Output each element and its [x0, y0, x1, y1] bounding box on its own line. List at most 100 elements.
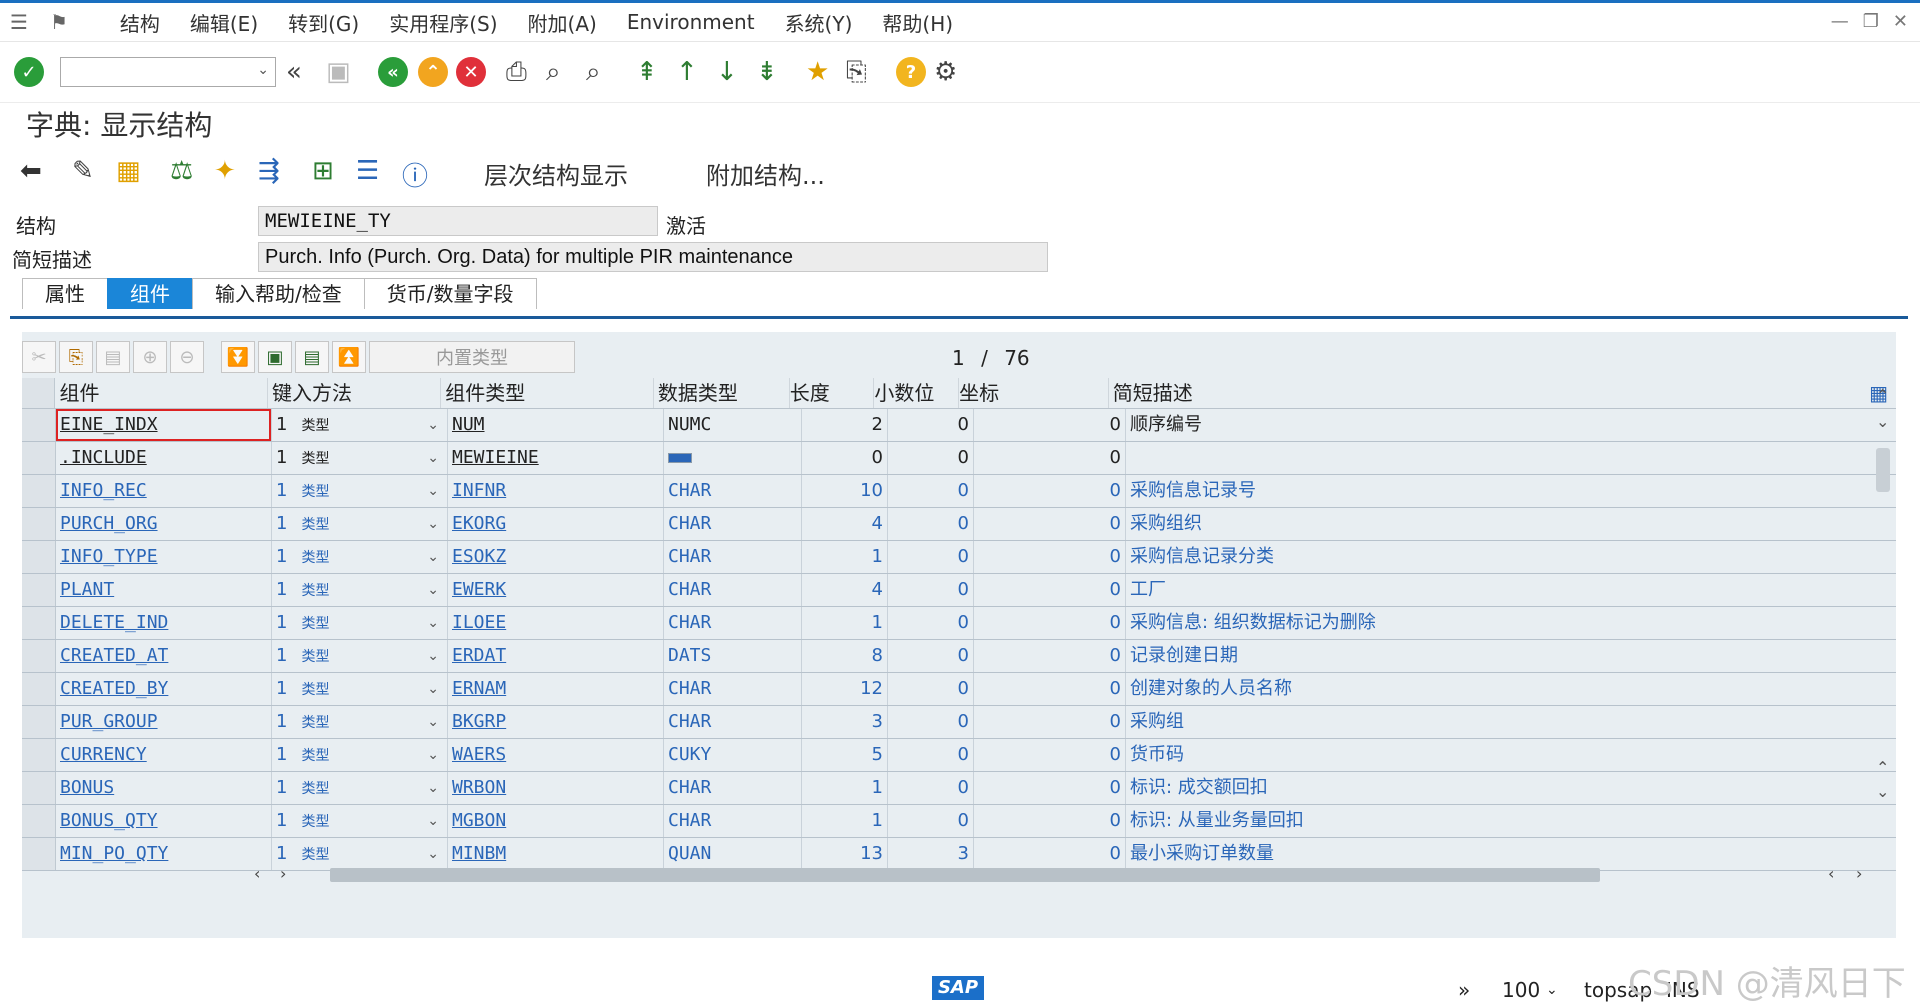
scroll-right-icon[interactable]: ›	[280, 864, 286, 883]
row-selector[interactable]	[22, 607, 56, 639]
table-row[interactable]: DELETE_IND 1 类型 ⌄ ILOEE CHAR 1 0 0 采购信息: 组织数据标记为删…	[22, 607, 1896, 640]
coordinate-cell[interactable]: 0	[974, 475, 1126, 507]
chevron-down-icon[interactable]: ⌄	[427, 772, 439, 804]
component-cell[interactable]: CREATED_BY	[56, 673, 272, 705]
col-data-type[interactable]: 数据类型	[654, 378, 790, 408]
length-cell[interactable]: 4	[802, 508, 888, 540]
short-desc-field[interactable]: Purch. Info (Purch. Org. Data) for multi…	[258, 242, 1048, 272]
col-typing-method[interactable]: 键入方法	[268, 378, 442, 408]
typing-method-cell[interactable]: 1 类型 ⌄	[272, 574, 448, 606]
row-selector[interactable]	[22, 475, 56, 507]
short-desc-cell[interactable]: 工厂	[1126, 574, 1866, 606]
decimals-cell[interactable]: 0	[888, 706, 974, 738]
menu-extras[interactable]: 附加(A)	[528, 8, 597, 37]
col-length[interactable]: 长度	[790, 378, 875, 408]
row-selector[interactable]	[22, 508, 56, 540]
decimals-cell[interactable]: 0	[888, 442, 974, 474]
menu-help[interactable]: 帮助(H)	[882, 8, 953, 37]
table-row[interactable]: PUR_GROUP 1 类型 ⌄ BKGRP CHAR 3 0 0 采购组	[22, 706, 1896, 739]
component-type-cell[interactable]: ILOEE	[448, 607, 664, 639]
length-cell[interactable]: 0	[802, 442, 888, 474]
length-cell[interactable]: 1	[802, 541, 888, 573]
decimals-cell[interactable]: 0	[888, 739, 974, 771]
typing-method-cell[interactable]: 1 类型 ⌄	[272, 409, 448, 441]
scroll-right-end-icon[interactable]: ›	[1856, 864, 1862, 883]
back-arrow-icon[interactable]: ⬅	[20, 156, 42, 186]
chevron-down-icon[interactable]: ⌄	[427, 805, 439, 837]
short-desc-cell[interactable]	[1126, 442, 1866, 474]
previous-page-icon[interactable]: ↑	[676, 56, 698, 88]
typing-method-cell[interactable]: 1 类型 ⌄	[272, 739, 448, 771]
decimals-cell[interactable]: 0	[888, 574, 974, 606]
typing-method-cell[interactable]: 1 类型 ⌄	[272, 640, 448, 672]
data-type-cell[interactable]: CHAR	[664, 475, 802, 507]
page-up-icon[interactable]: ⌃	[1876, 758, 1889, 777]
decimals-cell[interactable]: 0	[888, 541, 974, 573]
component-cell[interactable]: BONUS	[56, 772, 272, 804]
menu-system[interactable]: 系统(Y)	[785, 8, 853, 37]
menu-utilities[interactable]: 实用程序(S)	[389, 8, 497, 37]
table-row[interactable]: INFO_TYPE 1 类型 ⌄ ESOKZ CHAR 1 0 0 采购信息记录分类	[22, 541, 1896, 574]
component-type-cell[interactable]: MEWIEINE	[448, 442, 664, 474]
decimals-cell[interactable]: 0	[888, 772, 974, 804]
component-type-cell[interactable]: NUM	[448, 409, 664, 441]
data-type-cell[interactable]: CUKY	[664, 739, 802, 771]
row-selector[interactable]	[22, 673, 56, 705]
first-page-icon[interactable]: ⇞	[636, 56, 658, 88]
table-row[interactable]: CREATED_BY 1 类型 ⌄ ERNAM CHAR 12 0 0 创建对象的人员名称	[22, 673, 1896, 706]
tab-currency-quantity[interactable]: 货币/数量字段	[363, 278, 537, 309]
detail-icon[interactable]: ▤	[295, 341, 329, 373]
data-type-cell[interactable]: CHAR	[664, 574, 802, 606]
new-session-icon[interactable]: ★	[806, 56, 829, 88]
tab-attributes[interactable]: 属性	[22, 278, 108, 309]
chevron-down-icon[interactable]: ⌄	[427, 442, 439, 474]
col-coordinate[interactable]: 坐标	[959, 378, 1109, 408]
length-cell[interactable]: 1	[802, 805, 888, 837]
collapse-all-icon[interactable]: ⏫	[332, 341, 366, 373]
menu-edit[interactable]: 编辑(E)	[190, 8, 258, 37]
typing-method-cell[interactable]: 1 类型 ⌄	[272, 772, 448, 804]
coordinate-cell[interactable]: 0	[974, 739, 1126, 771]
table-row[interactable]: CREATED_AT 1 类型 ⌄ ERDAT DATS 8 0 0 记录创建日期	[22, 640, 1896, 673]
table-row[interactable]: PLANT 1 类型 ⌄ EWERK CHAR 4 0 0 工厂	[22, 574, 1896, 607]
coordinate-cell[interactable]: 0	[974, 508, 1126, 540]
decimals-cell[interactable]: 0	[888, 508, 974, 540]
component-cell[interactable]: MIN_PO_QTY	[56, 838, 272, 870]
length-cell[interactable]: 5	[802, 739, 888, 771]
table-row[interactable]: EINE_INDX 1 类型 ⌄ NUM NUMC 2 0 0 顺序编号	[22, 409, 1896, 442]
select-all-cell[interactable]	[22, 378, 56, 408]
horizontal-scroll-thumb[interactable]	[330, 868, 1600, 882]
coordinate-cell[interactable]: 0	[974, 640, 1126, 672]
tab-input-help[interactable]: 输入帮助/检查	[192, 278, 365, 309]
component-type-cell[interactable]: INFNR	[448, 475, 664, 507]
cut-icon[interactable]: ✂	[22, 341, 56, 373]
component-cell[interactable]: INFO_REC	[56, 475, 272, 507]
scroll-up-icon[interactable]: ⌃	[1876, 386, 1889, 405]
info-icon[interactable]: ⓘ	[402, 156, 428, 193]
component-type-cell[interactable]: ERDAT	[448, 640, 664, 672]
short-desc-cell[interactable]: 记录创建日期	[1126, 640, 1866, 672]
zoom-level[interactable]: 100	[1502, 978, 1540, 1002]
enter-button[interactable]: ✓	[14, 56, 44, 88]
expand-all-icon[interactable]: ⏬	[221, 341, 255, 373]
zoom-dropdown-icon[interactable]: ⌄	[1546, 982, 1558, 998]
include-icon[interactable]: ▣	[258, 341, 292, 373]
chevron-down-icon[interactable]: ⌄	[427, 508, 439, 540]
table-row[interactable]: BONUS_QTY 1 类型 ⌄ MGBON CHAR 1 0 0 标识: 从量业务量回扣	[22, 805, 1896, 838]
component-type-cell[interactable]: EWERK	[448, 574, 664, 606]
row-selector[interactable]	[22, 838, 56, 870]
table-row[interactable]: BONUS 1 类型 ⌄ WRBON CHAR 1 0 0 标识: 成交额回扣	[22, 772, 1896, 805]
menu-environment[interactable]: Environment	[627, 10, 755, 34]
length-cell[interactable]: 2	[802, 409, 888, 441]
component-cell[interactable]: CREATED_AT	[56, 640, 272, 672]
short-desc-cell[interactable]: 采购信息记录号	[1126, 475, 1866, 507]
component-type-cell[interactable]: BKGRP	[448, 706, 664, 738]
decimals-cell[interactable]: 0	[888, 409, 974, 441]
component-cell[interactable]: .INCLUDE	[56, 442, 272, 474]
coordinate-cell[interactable]: 0	[974, 706, 1126, 738]
back-button[interactable]: «	[378, 56, 408, 88]
typing-method-cell[interactable]: 1 类型 ⌄	[272, 607, 448, 639]
short-desc-cell[interactable]: 采购组	[1126, 706, 1866, 738]
table-row[interactable]: .INCLUDE 1 类型 ⌄ MEWIEINE 0 0 0	[22, 442, 1896, 475]
vertical-scroll-thumb[interactable]	[1876, 448, 1890, 492]
